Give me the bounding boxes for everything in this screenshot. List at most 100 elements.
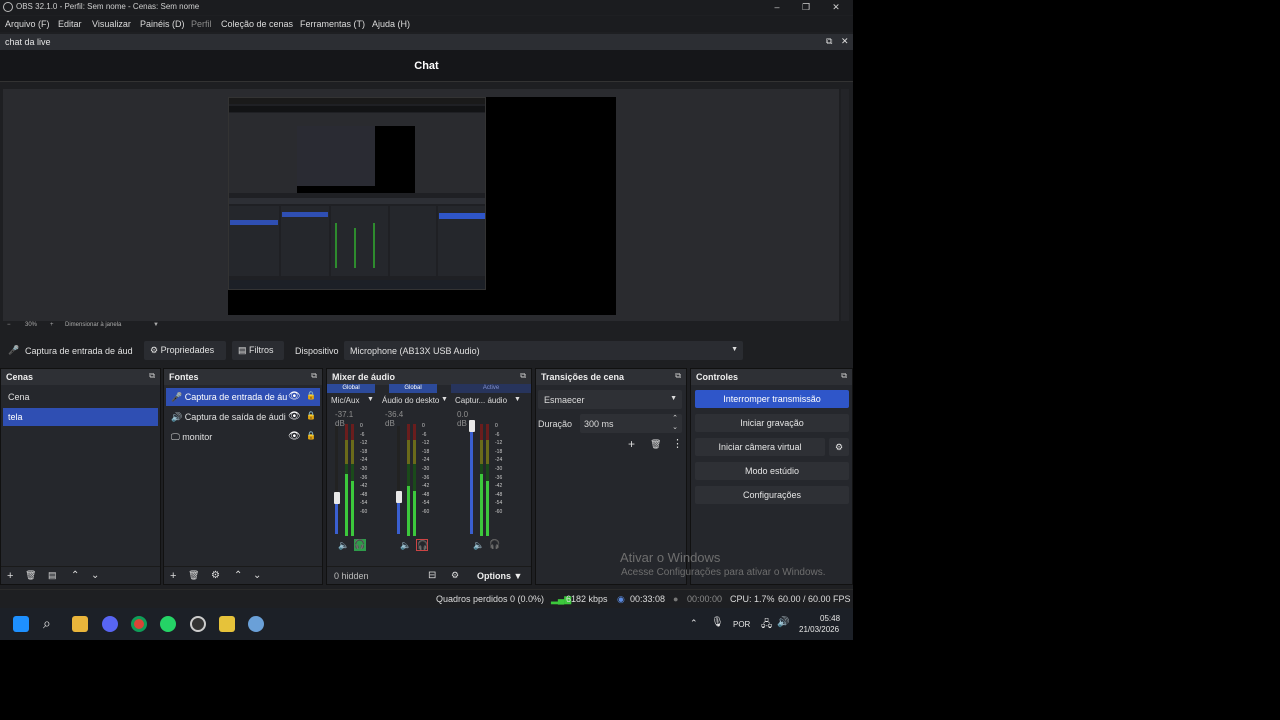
app-icon[interactable] — [219, 616, 235, 632]
file-explorer-icon[interactable] — [72, 616, 88, 632]
windows-start-icon[interactable] — [13, 616, 29, 632]
properties-button[interactable]: ⚙ Propriedades — [144, 341, 226, 360]
scale-mode-select[interactable]: Dimensionar à janela — [65, 322, 121, 328]
maximize-icon[interactable]: ❐ — [799, 1, 813, 13]
advanced-audio-icon[interactable]: ⚙ — [451, 570, 459, 581]
device-select[interactable]: Microphone (AB13X USB Audio) ▼ — [344, 341, 743, 360]
fader-handle[interactable] — [334, 492, 340, 505]
start-record-button[interactable]: Iniciar gravação — [695, 414, 849, 432]
undock-icon[interactable]: ⧉ — [520, 371, 526, 381]
arrow-down-icon[interactable]: ⌄ — [91, 570, 99, 581]
chevron-down-icon[interactable]: ▼ — [514, 396, 521, 403]
close-dock-icon[interactable]: ✕ — [841, 36, 849, 47]
scale-tick: -42 — [495, 483, 503, 490]
whatsapp-icon[interactable] — [160, 616, 176, 632]
undock-icon[interactable]: ⧉ — [149, 371, 155, 381]
options-button[interactable]: Options ▼ — [477, 571, 522, 581]
hidden-count[interactable]: 0 hidden — [334, 571, 369, 581]
duration-input[interactable]: 300 ms ⌃ ⌄ — [580, 414, 682, 433]
studio-mode-button[interactable]: Modo estúdio — [695, 462, 849, 480]
eye-icon[interactable]: 👁 — [288, 431, 301, 442]
menu-arquivo[interactable]: Arquivo (F) — [5, 19, 50, 29]
arrow-up-icon[interactable]: ⌃ — [71, 570, 79, 581]
menu-ferramentas[interactable]: Ferramentas (T) — [300, 19, 365, 29]
headphones-icon[interactable]: 🎧 — [416, 539, 428, 551]
menu-ajuda[interactable]: Ajuda (H) — [372, 19, 410, 29]
obs-taskbar-icon[interactable] — [190, 616, 206, 632]
trash-icon[interactable]: 🗑 — [188, 570, 199, 581]
trash-icon[interactable]: 🗑 — [650, 439, 661, 450]
clock-time[interactable]: 05:48 — [820, 614, 840, 623]
network-icon[interactable]: 🖧 — [761, 617, 772, 634]
chevron-down-icon[interactable]: ▼ — [367, 396, 374, 403]
chevron-up-icon[interactable]: ⌃ — [690, 618, 698, 629]
properties-label: Propriedades — [160, 345, 215, 355]
speaker-icon[interactable]: 🔈 — [400, 540, 411, 551]
undock-icon[interactable]: ⧉ — [311, 371, 317, 381]
volume-fader[interactable] — [335, 426, 338, 534]
discord-icon[interactable] — [102, 616, 118, 632]
scale-tick: -24 — [495, 457, 503, 464]
virtual-camera-settings-button[interactable]: ⚙ — [829, 438, 849, 456]
eye-icon[interactable]: 👁 — [288, 411, 301, 422]
add-icon[interactable]: + — [628, 437, 635, 451]
eye-icon[interactable]: 👁 — [288, 391, 301, 402]
scene-item[interactable]: Cena — [3, 388, 158, 406]
zoom-out-button[interactable]: − — [7, 322, 11, 328]
start-virtual-camera-button[interactable]: Iniciar câmera virtual — [695, 438, 825, 456]
headphones-icon[interactable]: 🎧 — [489, 539, 501, 551]
fader-handle[interactable] — [396, 491, 402, 504]
arrow-up-icon[interactable]: ⌃ — [234, 570, 242, 581]
speaker-icon[interactable]: 🔈 — [473, 540, 484, 551]
lock-icon[interactable]: 🔒 — [306, 391, 316, 400]
menu-editar[interactable]: Editar — [58, 19, 82, 29]
volume-fader[interactable] — [470, 426, 473, 534]
input-language[interactable]: POR — [733, 620, 750, 629]
search-icon[interactable]: ⌕ — [43, 615, 51, 632]
undock-icon[interactable]: ⧉ — [841, 371, 847, 381]
minimize-icon[interactable]: – — [770, 1, 784, 13]
undock-icon[interactable]: ⧉ — [675, 371, 681, 381]
chevron-down-icon[interactable]: ▼ — [153, 322, 159, 328]
add-icon[interactable]: + — [7, 570, 13, 582]
menu-visualizar[interactable]: Visualizar — [92, 19, 131, 29]
filter-icon[interactable]: ▤ — [48, 570, 57, 581]
more-icon[interactable]: ⋮ — [672, 437, 683, 450]
chrome-icon[interactable] — [131, 616, 147, 632]
source-item[interactable]: 🔊 Captura de saída de áudi — [166, 408, 286, 426]
clock-date[interactable]: 21/03/2026 — [799, 625, 839, 634]
zoom-in-button[interactable]: + — [50, 322, 54, 328]
volume-icon[interactable]: 🔊 — [777, 617, 789, 628]
speaker-icon[interactable]: 🔈 — [338, 540, 349, 551]
trash-icon[interactable]: 🗑 — [25, 570, 36, 581]
mixer-title: Mixer de áudio — [332, 372, 396, 382]
gear-icon[interactable]: ⚙ — [211, 570, 220, 581]
scene-item[interactable]: tela — [3, 408, 158, 426]
transition-select[interactable]: Esmaecer ▼ — [538, 390, 682, 409]
volume-fader[interactable] — [397, 426, 400, 534]
menu-paineis[interactable]: Painéis (D) — [140, 19, 185, 29]
menu-perfil[interactable]: Perfil — [191, 19, 212, 29]
chevron-up-icon[interactable]: ⌃ — [672, 414, 678, 422]
preview-scrollbar[interactable] — [841, 89, 849, 321]
close-icon[interactable]: ✕ — [829, 1, 843, 13]
microphone-icon[interactable]: 🎙 — [711, 617, 724, 628]
headphones-icon[interactable]: 🎧 — [354, 539, 366, 551]
record-icon: ● — [673, 594, 679, 604]
fader-handle[interactable] — [469, 420, 475, 432]
layout-icon[interactable]: ⊟ — [428, 570, 436, 581]
activate-windows-title: Ativar o Windows — [620, 550, 721, 565]
source-item[interactable]: 🖵 monitor — [166, 428, 286, 446]
add-icon[interactable]: + — [170, 570, 176, 582]
chevron-down-icon[interactable]: ▼ — [441, 396, 448, 403]
undock-icon[interactable]: ⧉ — [826, 36, 832, 47]
menu-colecao-cenas[interactable]: Coleção de cenas — [221, 19, 293, 29]
lock-icon[interactable]: 🔒 — [306, 431, 316, 440]
filters-button[interactable]: ▤ Filtros — [232, 341, 284, 360]
stop-stream-button[interactable]: Interromper transmissão — [695, 390, 849, 408]
lock-icon[interactable]: 🔒 — [306, 411, 316, 420]
settings-app-icon[interactable] — [248, 616, 264, 632]
chevron-down-icon[interactable]: ⌄ — [672, 423, 678, 431]
settings-button[interactable]: Configurações — [695, 486, 849, 504]
arrow-down-icon[interactable]: ⌄ — [253, 570, 261, 581]
